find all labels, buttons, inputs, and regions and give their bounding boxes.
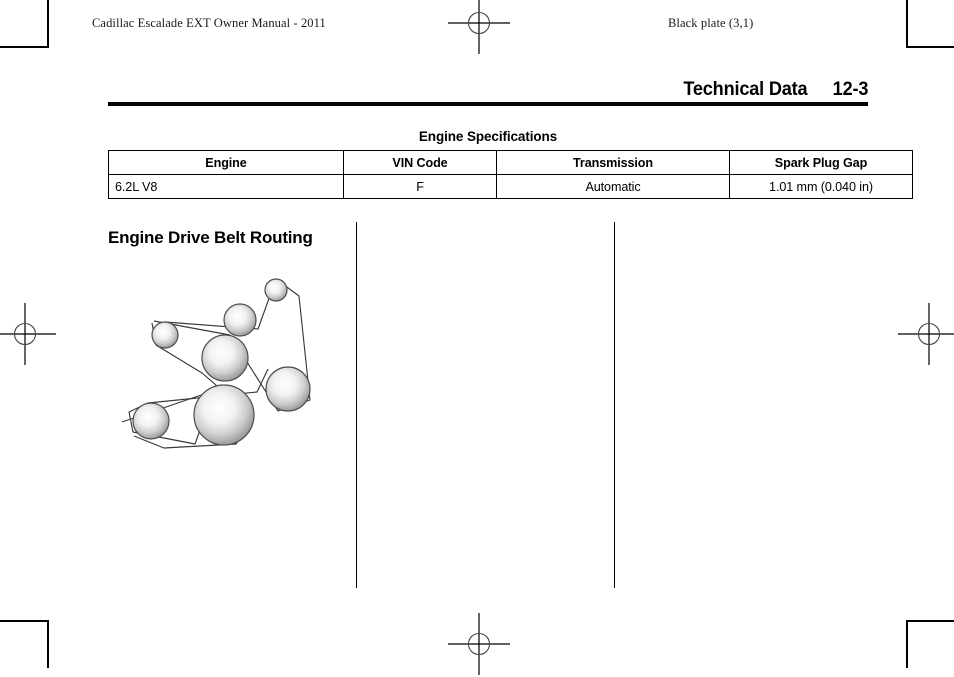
pulley-crankshaft	[193, 384, 255, 446]
pulley-idler-upper-left	[151, 321, 179, 349]
column-guide-left	[356, 222, 357, 588]
registration-mark-bottom	[448, 613, 510, 675]
corner-crop-mark-top-left-horizontal	[0, 46, 48, 48]
corner-crop-mark-top-left-vertical	[47, 0, 49, 48]
table-cell-vin-code: F	[343, 174, 497, 199]
table-row: 6.2L V8 F Automatic 1.01 mm (0.040 in)	[108, 174, 913, 199]
corner-crop-mark-bottom-left-vertical	[47, 620, 49, 668]
section-title: Technical Data	[683, 78, 808, 100]
manual-page: Cadillac Escalade EXT Owner Manual - 201…	[0, 0, 954, 675]
corner-crop-mark-top-right-vertical	[906, 0, 908, 48]
corner-crop-mark-bottom-right-vertical	[906, 620, 908, 668]
engine-specifications-table: Engine VIN Code Transmission Spark Plug …	[108, 150, 913, 199]
pulley-ac-compressor	[132, 402, 170, 440]
corner-crop-mark-bottom-left-horizontal	[0, 620, 48, 622]
table-cell-engine: 6.2L V8	[108, 174, 344, 199]
table-cell-transmission: Automatic	[496, 174, 730, 199]
table-column-header-spark-plug-gap: Spark Plug Gap	[729, 150, 913, 175]
registration-mark-right	[898, 303, 954, 365]
pulley-tensioner-upper	[223, 303, 257, 337]
table-column-header-transmission: Transmission	[496, 150, 730, 175]
running-head-black-plate: Black plate (3,1)	[668, 16, 754, 30]
pulley-idler-top	[264, 278, 288, 302]
table-column-header-vin-code: VIN Code	[343, 150, 497, 175]
pulley-power-steering	[265, 366, 311, 412]
registration-mark-top	[448, 0, 510, 54]
table-column-header-engine: Engine	[108, 150, 344, 175]
table-caption: Engine Specifications	[418, 129, 558, 144]
column-guide-right	[614, 222, 615, 588]
page-title: Engine Drive Belt Routing	[108, 228, 313, 247]
section-page-number: 12-3	[832, 78, 868, 100]
section-header: Technical Data 12-3	[108, 78, 868, 101]
corner-crop-mark-bottom-right-horizontal	[906, 620, 954, 622]
section-header-rule	[108, 102, 868, 106]
engine-drive-belt-routing-diagram	[121, 278, 311, 449]
pulley-alternator	[201, 334, 249, 382]
corner-crop-mark-top-right-horizontal	[906, 46, 954, 48]
table-header-row: Engine VIN Code Transmission Spark Plug …	[108, 150, 913, 175]
table-cell-spark-plug-gap: 1.01 mm (0.040 in)	[729, 174, 913, 199]
running-head-manual-title: Cadillac Escalade EXT Owner Manual - 201…	[92, 16, 326, 30]
registration-mark-left	[0, 303, 56, 365]
